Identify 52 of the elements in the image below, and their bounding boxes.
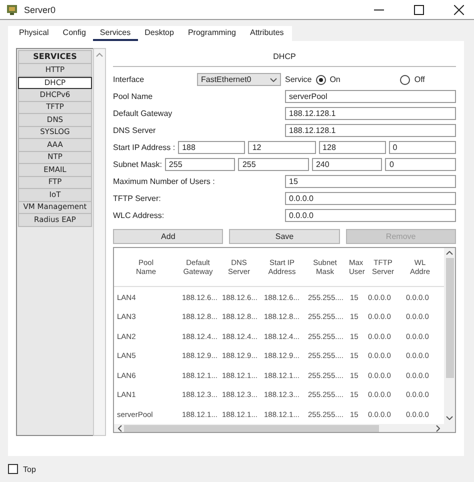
input-field[interactable]: 188.12.128.1 xyxy=(285,124,456,137)
field-label: Subnet Mask: xyxy=(113,160,162,169)
tab[interactable]: Desktop xyxy=(138,26,181,41)
radio-option[interactable]: On xyxy=(316,74,340,84)
maximize-icon[interactable] xyxy=(414,4,424,14)
field-label: Maximum Number of Users : xyxy=(113,177,216,186)
input-field[interactable]: 0 xyxy=(388,141,456,154)
input-field[interactable]: 255 xyxy=(238,158,309,171)
input-field[interactable]: 12 xyxy=(248,141,316,154)
input-field[interactable]: 0.0.0.0 xyxy=(285,192,456,205)
scroll-thumb[interactable] xyxy=(446,258,454,378)
list-heading: SERVICES xyxy=(18,50,92,64)
vertical-scrollbar[interactable] xyxy=(444,248,455,432)
scroll-thumb[interactable] xyxy=(124,424,379,432)
input-field[interactable]: 128 xyxy=(318,141,386,154)
input-field[interactable]: 15 xyxy=(285,175,456,188)
close-icon[interactable] xyxy=(454,4,464,14)
checkbox[interactable] xyxy=(8,464,18,474)
list-scrollbar[interactable] xyxy=(93,48,106,436)
field-label: TFTP Server: xyxy=(113,194,162,203)
input-field[interactable]: 188.12.128.1 xyxy=(285,107,456,120)
action-button[interactable]: Save xyxy=(229,229,340,244)
field-label: WLC Address: xyxy=(113,211,166,220)
app-icon xyxy=(6,3,20,16)
tab[interactable]: Attributes xyxy=(242,26,291,41)
input-field[interactable]: serverPool xyxy=(285,90,456,103)
chevron-down-icon xyxy=(270,78,277,82)
input-field[interactable]: 240 xyxy=(312,158,382,171)
field-label: Pool Name xyxy=(113,92,154,101)
field-label: Interface xyxy=(113,75,146,84)
section-title: DHCP xyxy=(113,48,456,67)
field-label: Default Gateway xyxy=(113,109,174,118)
window-title: Server0 xyxy=(24,4,56,14)
tab[interactable]: Programming xyxy=(180,26,243,41)
checkbox-label: Top xyxy=(23,464,36,474)
radio-option[interactable]: Off xyxy=(400,74,425,84)
scroll-right-icon[interactable] xyxy=(436,424,440,432)
tab[interactable]: Physical xyxy=(12,26,56,41)
input-field[interactable]: 0.0.0.0 xyxy=(285,209,456,222)
scroll-down-icon[interactable] xyxy=(446,416,453,420)
input-field[interactable]: 0 xyxy=(385,158,456,171)
field-label: Start IP Address : xyxy=(113,143,176,152)
interface-dropdown[interactable]: FastEthernet0 xyxy=(197,73,281,86)
scroll-left-icon[interactable] xyxy=(118,424,122,432)
action-button[interactable]: Add xyxy=(113,229,224,244)
tab[interactable]: Config xyxy=(56,26,93,41)
scroll-up-icon[interactable] xyxy=(446,251,453,255)
field-label: DNS Server xyxy=(113,126,157,135)
horizontal-scrollbar[interactable] xyxy=(114,424,444,432)
input-field[interactable]: 255 xyxy=(164,158,236,171)
field-label: Service xyxy=(285,75,312,84)
input-field[interactable]: 188 xyxy=(178,141,246,154)
